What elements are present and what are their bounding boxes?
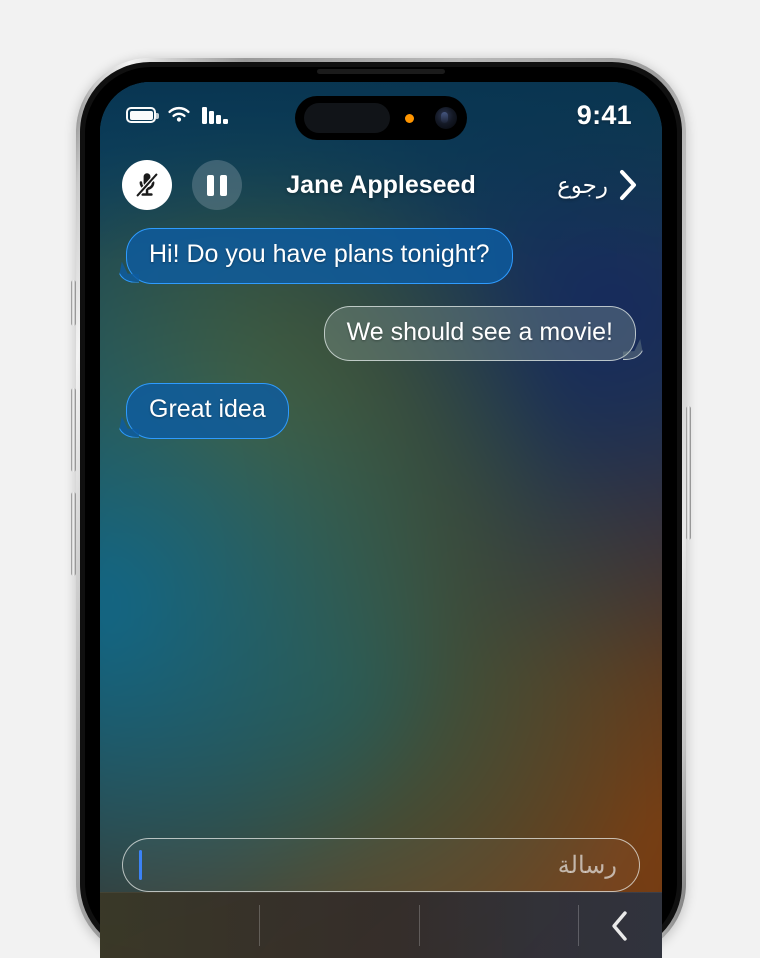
earpiece-speaker [317,69,445,74]
island-pill [304,103,390,133]
volume-up-button[interactable] [71,388,76,472]
message-bubble-sent[interactable]: Hi! Do you have plans tonight? [126,228,513,284]
wifi-icon [168,107,190,122]
iphone-device: 9:41 Jane Appleseed رجوع Hi! Do you have… [71,58,691,958]
message-input[interactable]: رسالة [122,838,640,892]
pause-button[interactable] [192,160,242,210]
message-bubble-sent[interactable]: Great idea [126,383,289,439]
navigation-bar: Jane Appleseed رجوع [100,148,662,222]
mute-button[interactable] [122,160,172,210]
dynamic-island[interactable] [295,96,467,140]
action-button[interactable] [71,280,76,326]
message-row: Great idea [120,383,642,439]
cellular-signal-icon [202,106,228,124]
microphone-muted-icon [135,172,159,198]
chevron-left-icon [612,910,627,941]
status-bar-indicators [126,106,228,124]
front-camera-icon [435,107,457,129]
keyboard-key-2[interactable] [259,893,418,958]
message-input-placeholder: رسالة [557,851,617,879]
chevron-right-icon [620,170,636,200]
message-row: Hi! Do you have plans tonight? [120,228,642,284]
back-button[interactable]: رجوع [557,168,640,202]
battery-icon [126,107,159,123]
status-bar-time: 9:41 [576,99,632,130]
power-button[interactable] [686,406,691,540]
back-button-label: رجوع [557,171,608,198]
text-caret [139,850,142,880]
message-input-bar: رسالة [100,838,662,892]
page-card: 9:41 Jane Appleseed رجوع Hi! Do you have… [0,0,760,958]
keyboard-row [100,892,662,958]
pause-icon [207,174,227,196]
keyboard-backspace-key[interactable] [577,893,662,958]
message-list[interactable]: Hi! Do you have plans tonight? We should… [100,228,662,838]
phone-screen: 9:41 Jane Appleseed رجوع Hi! Do you have… [100,82,662,958]
microphone-in-use-indicator-icon [405,114,414,123]
keyboard-key-1[interactable] [100,893,259,958]
volume-down-button[interactable] [71,492,76,576]
call-controls [122,160,242,210]
message-bubble-received[interactable]: We should see a movie! [323,305,636,361]
keyboard-key-3[interactable] [418,893,578,958]
message-row: We should see a movie! [120,305,642,361]
